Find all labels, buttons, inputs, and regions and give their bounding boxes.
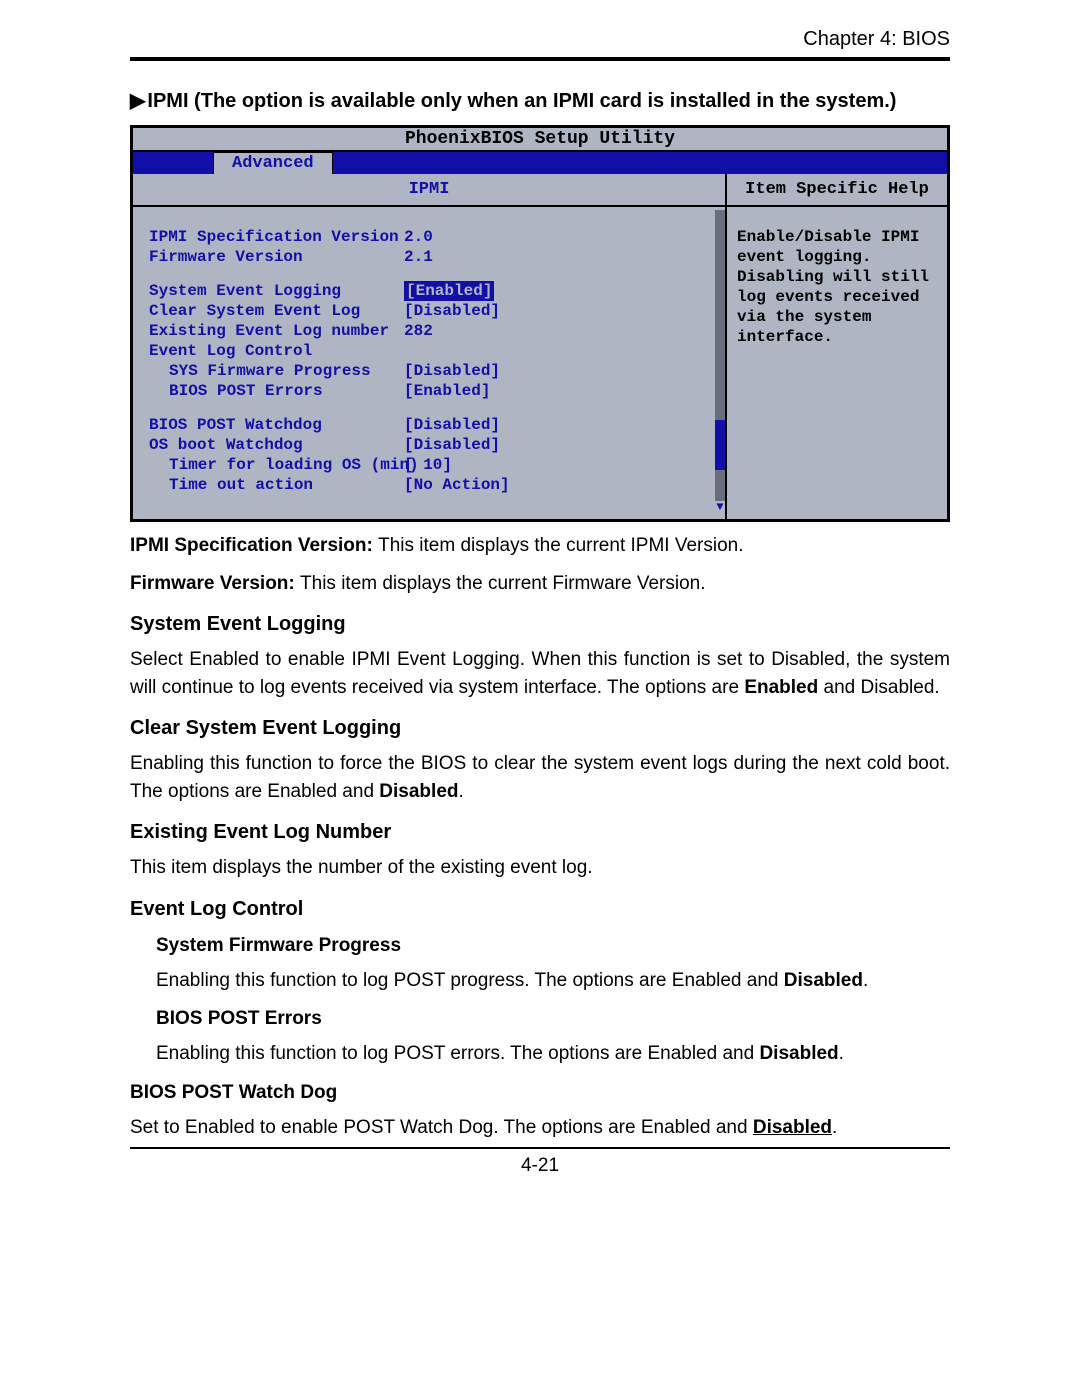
value-sys-evt-log[interactable]: [Enabled]: [404, 281, 494, 301]
row-fw-version: Firmware Version 2.1: [149, 247, 709, 267]
para-post-wd: Set to Enabled to enable POST Watch Dog.…: [130, 1114, 950, 1142]
row-sys-fw[interactable]: SYS Firmware Progress [Disabled]: [149, 361, 709, 381]
chapter-header: Chapter 4: BIOS: [130, 28, 950, 51]
para-sys-fw: Enabling this function to log POST progr…: [156, 967, 950, 995]
row-sys-evt-log[interactable]: System Event Logging [Enabled]: [149, 281, 709, 301]
text-fw-ver: This item displays the current Firmware …: [300, 573, 705, 594]
heading-clr-sys-evt: Clear System Event Logging: [130, 717, 950, 740]
label-evt-ctrl: Event Log Control: [149, 341, 404, 361]
text-post-wd-1: Set to Enabled to enable POST Watch Dog.…: [130, 1117, 753, 1138]
label-existing-log: Existing Event Log number: [149, 321, 404, 341]
value-post-err[interactable]: [Enabled]: [404, 381, 709, 401]
label-sys-fw: SYS Firmware Progress: [149, 361, 404, 381]
value-existing-log: 282: [404, 321, 709, 341]
label-post-err: BIOS POST Errors: [149, 381, 404, 401]
value-os-wd[interactable]: [Disabled]: [404, 435, 709, 455]
bios-screenshot: PhoenixBIOS Setup Utility Advanced IPMI …: [130, 125, 950, 522]
label-timeout: Time out action: [149, 475, 404, 495]
value-fw-version: 2.1: [404, 247, 709, 267]
value-sys-fw[interactable]: [Disabled]: [404, 361, 709, 381]
text-post-err-1: Enabling this function to log POST error…: [156, 1043, 759, 1064]
value-spec-version: 2.0: [404, 227, 709, 247]
section-intro: ▶IPMI (The option is available only when…: [130, 87, 950, 115]
heading-sys-evt-log: System Event Logging: [130, 613, 950, 636]
heading-post-err: BIOS POST Errors: [156, 1008, 950, 1030]
label-timer: Timer for loading OS (min): [149, 455, 404, 475]
bios-tab-advanced[interactable]: Advanced: [213, 152, 333, 174]
text-clr-sys-1: Enabling this function to force the BIOS…: [130, 753, 950, 802]
heading-sys-fw: System Firmware Progress: [156, 935, 950, 957]
para-fw-ver: Firmware Version: This item displays the…: [130, 570, 950, 598]
triangle-icon: ▶: [130, 90, 145, 112]
intro-text: IPMI (The option is available only when …: [147, 90, 896, 112]
row-os-wd[interactable]: OS boot Watchdog [Disabled]: [149, 435, 709, 455]
header-rule: [130, 57, 950, 61]
value-evt-ctrl: [404, 341, 709, 361]
row-evt-ctrl: Event Log Control: [149, 341, 709, 361]
row-post-err[interactable]: BIOS POST Errors [Enabled]: [149, 381, 709, 401]
row-timeout[interactable]: Time out action [No Action]: [149, 475, 709, 495]
row-spec-version: IPMI Specification Version 2.0: [149, 227, 709, 247]
page-number: 4-21: [130, 1155, 950, 1177]
bios-section-header: IPMI: [133, 174, 725, 207]
bios-scrollbar[interactable]: ▼: [715, 210, 725, 513]
bold-ipmi-spec: IPMI Specification Version:: [130, 535, 378, 556]
label-clear-sys-evt: Clear System Event Log: [149, 301, 404, 321]
bios-help-pane: Item Specific Help Enable/Disable IPMI e…: [727, 174, 947, 519]
text-post-wd-2: .: [832, 1117, 837, 1138]
bios-menubar: Advanced: [133, 152, 947, 174]
chevron-down-icon[interactable]: ▼: [715, 501, 725, 513]
value-post-wd[interactable]: [Disabled]: [404, 415, 709, 435]
value-timer[interactable]: [ 10]: [404, 455, 709, 475]
para-post-err: Enabling this function to log POST error…: [156, 1040, 950, 1068]
para-ipmi-spec: IPMI Specification Version: This item di…: [130, 532, 950, 560]
heading-exist-log: Existing Event Log Number: [130, 821, 950, 844]
label-fw-version: Firmware Version: [149, 247, 404, 267]
heading-post-wd: BIOS POST Watch Dog: [130, 1082, 950, 1104]
value-timeout[interactable]: [No Action]: [404, 475, 709, 495]
bold-clr-sys: Disabled: [379, 781, 458, 802]
bios-left-pane: IPMI IPMI Specification Version 2.0 Firm…: [133, 174, 727, 519]
text-post-err-2: .: [839, 1043, 844, 1064]
text-sys-fw-2: .: [863, 970, 868, 991]
bold-sys-evt-log: Enabled: [744, 677, 818, 698]
label-sys-evt-log: System Event Logging: [149, 281, 404, 301]
label-spec-version: IPMI Specification Version: [149, 227, 404, 247]
footer-rule: [130, 1147, 950, 1149]
bios-title: PhoenixBIOS Setup Utility: [133, 128, 947, 152]
text-sys-evt-log-2: and Disabled.: [818, 677, 939, 698]
bios-scroll-thumb[interactable]: [715, 420, 725, 470]
row-clear-sys-evt[interactable]: Clear System Event Log [Disabled]: [149, 301, 709, 321]
text-clr-sys-2: .: [459, 781, 464, 802]
bios-help-header: Item Specific Help: [727, 174, 947, 207]
bold-sys-fw: Disabled: [784, 970, 863, 991]
para-sys-evt-log: Select Enabled to enable IPMI Event Logg…: [130, 646, 950, 701]
text-sys-fw-1: Enabling this function to log POST progr…: [156, 970, 784, 991]
label-post-wd: BIOS POST Watchdog: [149, 415, 404, 435]
bold-post-err: Disabled: [759, 1043, 838, 1064]
bold-fw-ver: Firmware Version:: [130, 573, 300, 594]
text-ipmi-spec: This item displays the current IPMI Vers…: [378, 535, 743, 556]
para-clr-sys-evt: Enabling this function to force the BIOS…: [130, 750, 950, 805]
bold-post-wd: Disabled: [753, 1117, 832, 1138]
row-existing-log: Existing Event Log number 282: [149, 321, 709, 341]
row-post-wd[interactable]: BIOS POST Watchdog [Disabled]: [149, 415, 709, 435]
value-clear-sys-evt[interactable]: [Disabled]: [404, 301, 709, 321]
label-os-wd: OS boot Watchdog: [149, 435, 404, 455]
row-timer[interactable]: Timer for loading OS (min) [ 10]: [149, 455, 709, 475]
bios-help-text: Enable/Disable IPMI event logging. Disab…: [727, 207, 947, 371]
para-exist-log: This item displays the number of the exi…: [130, 854, 950, 882]
heading-evt-ctrl: Event Log Control: [130, 898, 950, 921]
